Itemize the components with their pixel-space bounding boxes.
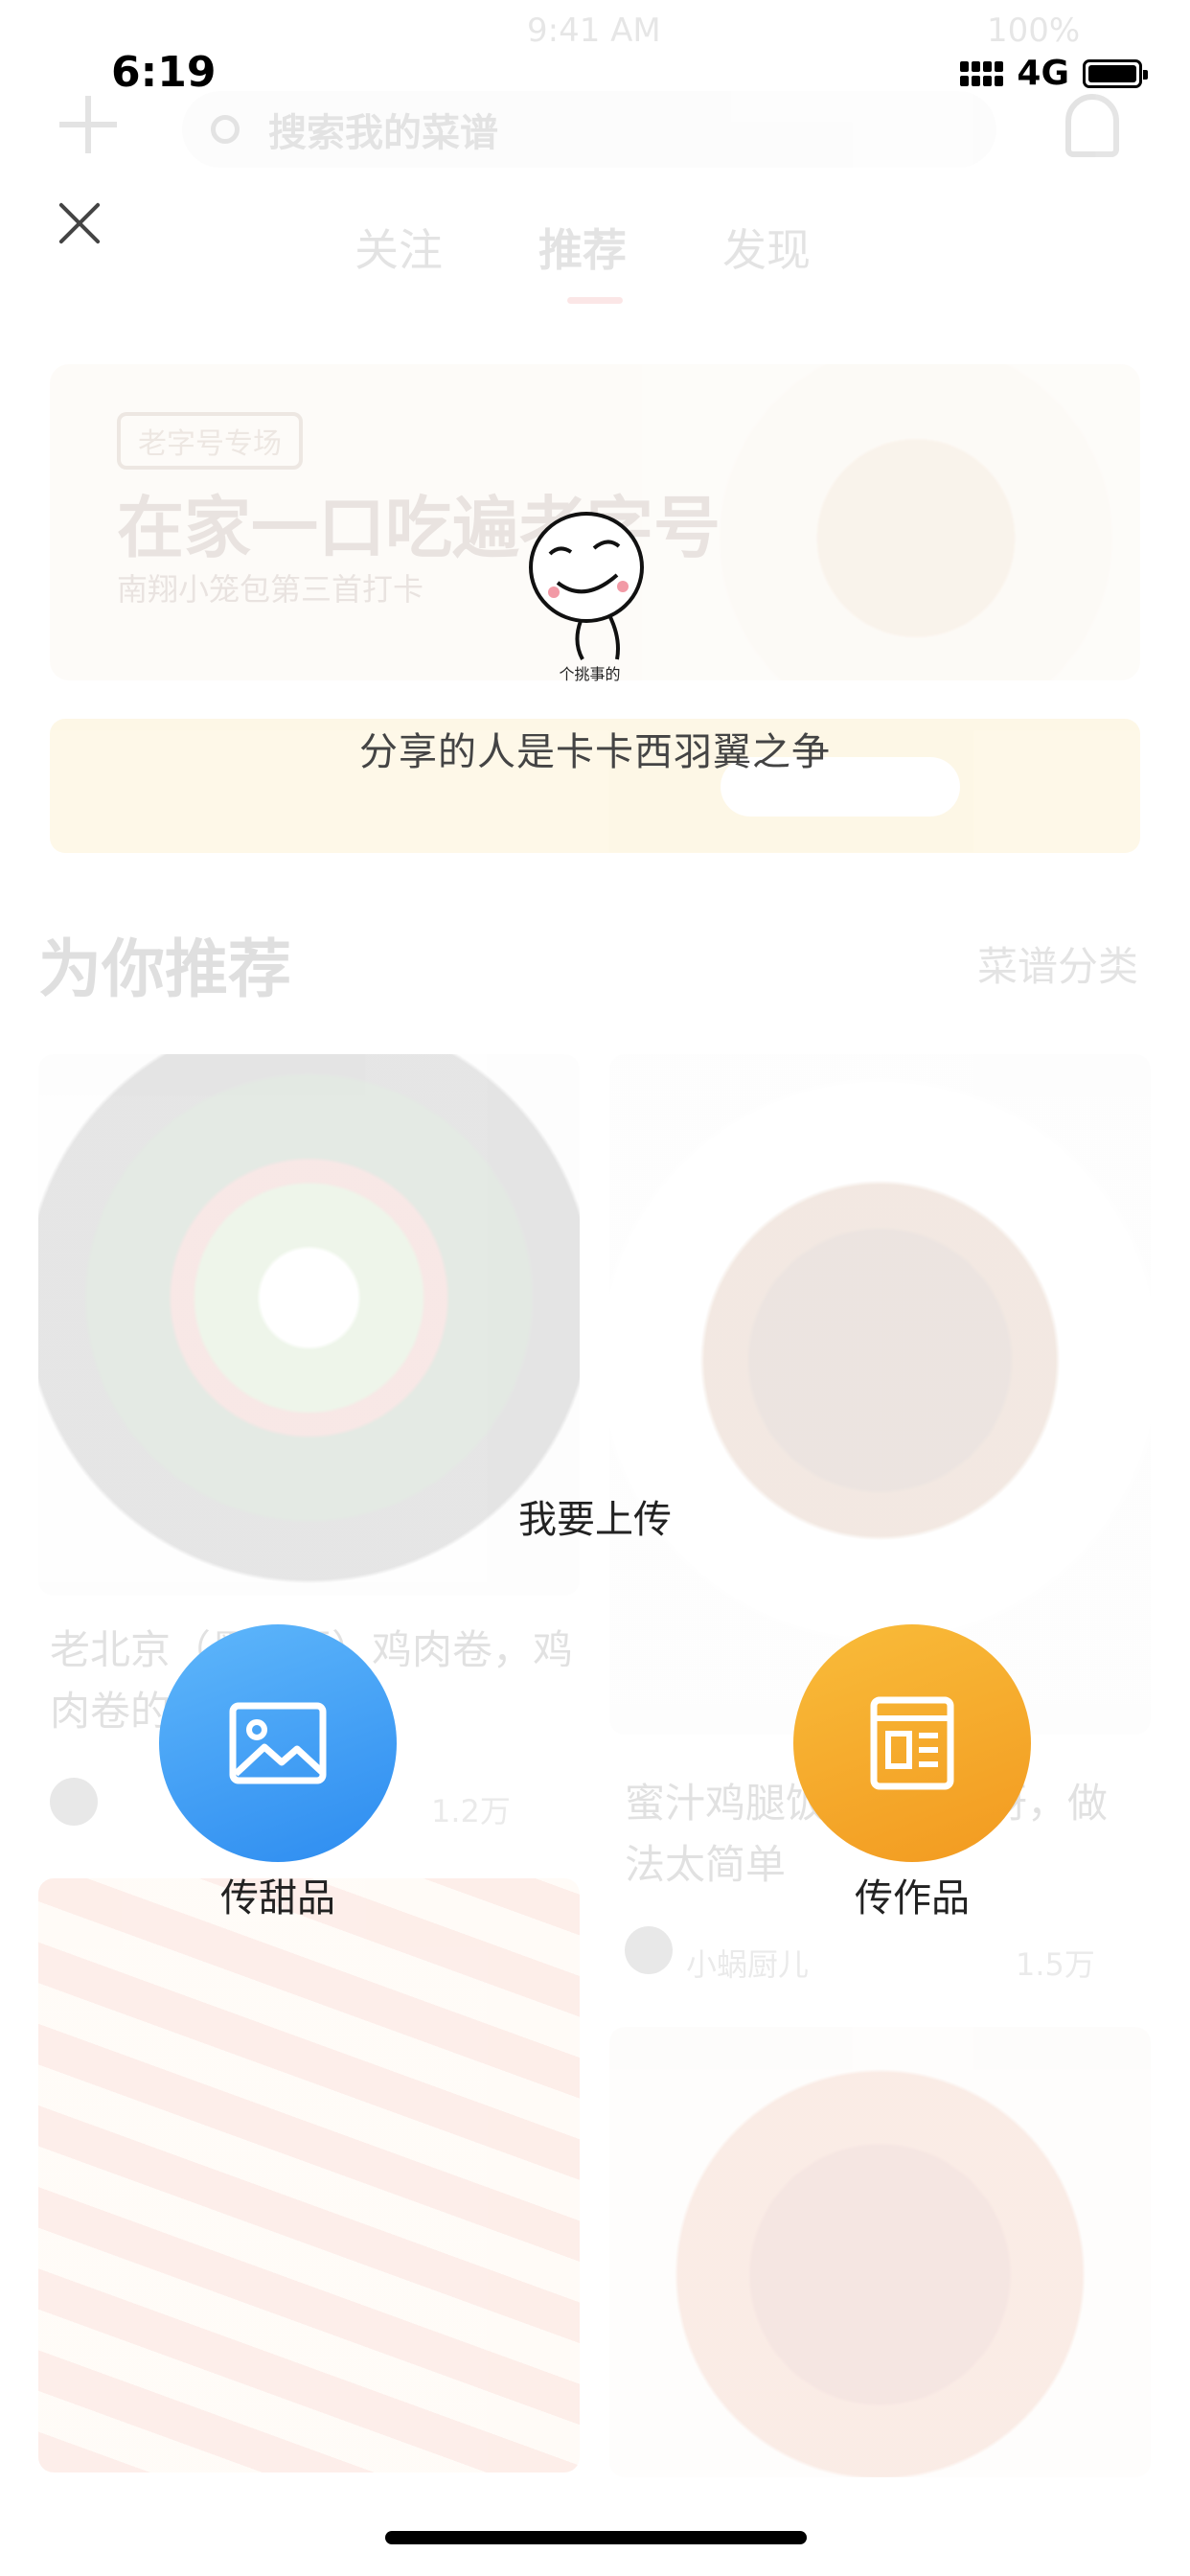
faded-time: 9:41 AM	[527, 12, 661, 50]
faded-card-author: 小蜗厨儿	[686, 1946, 810, 1983]
faded-tab-follow: 关注	[355, 224, 443, 276]
home-indicator[interactable]	[385, 2531, 807, 2544]
document-icon	[870, 1696, 954, 1790]
signal-icon	[960, 60, 1004, 86]
faded-tab-discover: 发现	[722, 224, 811, 276]
faded-bell-icon	[1065, 94, 1119, 157]
upload-dessert-button[interactable]	[159, 1624, 397, 1862]
status-indicators: 4G	[960, 54, 1148, 93]
faded-banner-image	[642, 364, 1140, 680]
faded-tab-indicator	[567, 297, 623, 304]
faded-tab-recommend: 推荐	[538, 224, 627, 276]
sticker-caption: 个挑事的	[559, 665, 621, 683]
sticker-image: 个挑事的	[525, 508, 654, 685]
faded-card-likes: 1.5万	[1016, 1946, 1095, 1983]
faded-banner-tag: 老字号专场	[117, 412, 303, 470]
upload-works-button[interactable]	[793, 1624, 1031, 1862]
upload-works-label[interactable]: 传作品	[793, 1867, 1031, 1922]
smirk-face-icon	[529, 512, 644, 660]
status-time: 6:19	[111, 48, 217, 97]
close-button[interactable]	[56, 199, 103, 247]
faded-section-title: 为你推荐	[38, 932, 291, 1006]
faded-tabs: 关注 推荐 发现	[355, 216, 811, 279]
image-icon	[229, 1702, 327, 1784]
faded-avatar	[50, 1778, 98, 1826]
faded-card-likes: 1.2万	[431, 1793, 511, 1829]
faded-search-placeholder: 搜索我的菜谱	[268, 111, 498, 155]
faded-search-bar: 搜索我的菜谱	[182, 91, 996, 168]
faded-avatar	[625, 1926, 673, 1974]
share-info: 分享的人是卡卡西羽翼之争	[359, 730, 831, 774]
network-type: 4G	[1017, 54, 1069, 93]
faded-search-icon	[211, 115, 240, 144]
battery-icon	[1083, 58, 1148, 88]
faded-card-image	[38, 1878, 580, 2472]
faded-section-more: 菜谱分类	[977, 943, 1139, 990]
upload-dessert-label[interactable]: 传甜品	[159, 1867, 397, 1922]
faded-battery: 100%	[987, 12, 1081, 50]
upload-title: 我要上传	[518, 1498, 672, 1542]
faded-card-image	[609, 2027, 1151, 2477]
faded-banner-subtitle: 南翔小笼包第三首打卡	[117, 571, 424, 608]
background-app: 9:41 AM 100% 搜索我的菜谱 关注 推荐 发现 老字号专场 在家一口吃…	[0, 0, 1190, 2576]
faded-add-icon	[59, 96, 117, 153]
